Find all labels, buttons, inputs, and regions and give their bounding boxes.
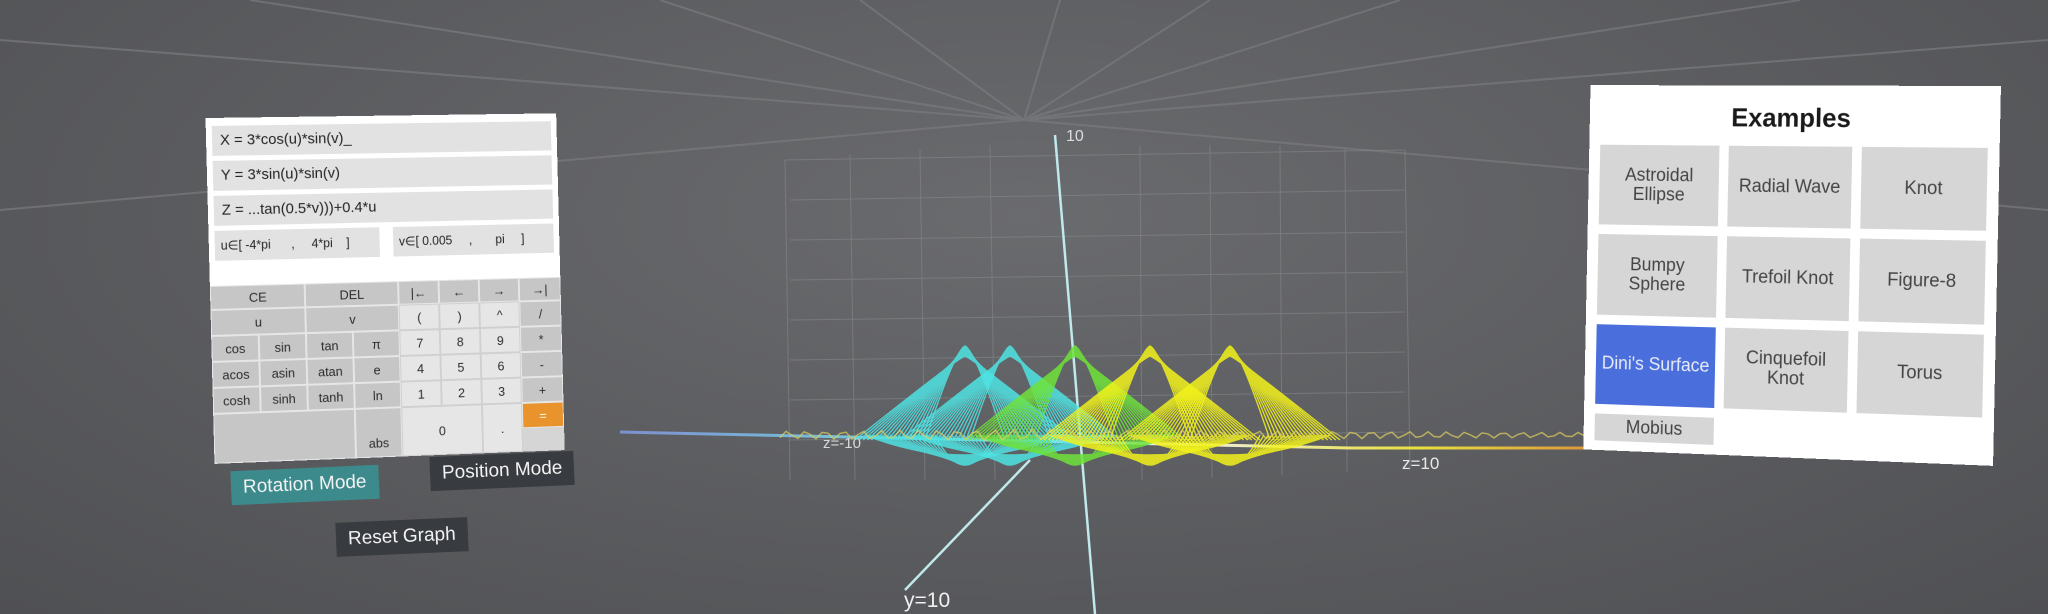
v-range-field[interactable]: v∈[ 0.005 , pi ] (392, 223, 555, 257)
tanh-key[interactable]: tanh (307, 383, 355, 411)
example-astroidal-ellipse[interactable]: Astroidal Ellipse (1598, 144, 1720, 227)
add-key[interactable]: + (521, 376, 564, 403)
z-expression-field[interactable]: Z = ...tan(0.5*v)))+0.4*u (213, 189, 554, 226)
position-mode-button[interactable]: Position Mode (429, 450, 576, 492)
y-axis-diagonal (904, 459, 1031, 591)
example-mobius[interactable]: Mobius (1594, 413, 1715, 445)
cursor-home-key[interactable]: |← (398, 280, 440, 305)
acos-key[interactable]: acos (211, 360, 261, 388)
digit-8-key[interactable]: 8 (439, 327, 481, 355)
sin-key[interactable]: sin (258, 333, 307, 361)
y-expression-field[interactable]: Y = 3*sin(u)*sin(v) (212, 155, 553, 191)
ln-key[interactable]: ln (354, 381, 402, 409)
decimal-key[interactable]: . (481, 402, 524, 454)
tan-key[interactable]: tan (305, 331, 354, 359)
blank-key-area (213, 408, 357, 464)
atan-key[interactable]: atan (306, 357, 355, 385)
example-cinquefoil-knot[interactable]: Cinquefoil Knot (1723, 327, 1849, 413)
examples-grid: Astroidal Ellipse Radial Wave Knot Bumpy… (1594, 144, 1988, 456)
digit-4-key[interactable]: 4 (399, 354, 442, 382)
digit-0-key[interactable]: 0 (401, 404, 484, 457)
example-bumpy-sphere[interactable]: Bumpy Sphere (1596, 234, 1718, 318)
example-trefoil-knot[interactable]: Trefoil Knot (1725, 236, 1851, 321)
divide-key[interactable]: / (519, 300, 562, 327)
digit-1-key[interactable]: 1 (400, 380, 442, 408)
digit-7-key[interactable]: 7 (399, 329, 441, 357)
example-dinis-surface[interactable]: Dini's Surface (1595, 323, 1717, 409)
example-knot[interactable]: Knot (1859, 146, 1988, 232)
axis-label-z-right: z=10 (1402, 454, 1439, 473)
subtract-key[interactable]: - (520, 350, 563, 378)
digit-6-key[interactable]: 6 (480, 352, 522, 379)
example-torus[interactable]: Torus (1856, 330, 1984, 418)
digit-5-key[interactable]: 5 (440, 353, 482, 381)
rparen-key[interactable]: ) (439, 302, 480, 330)
u-key[interactable]: u (210, 307, 306, 336)
digit-3-key[interactable]: 3 (481, 377, 522, 405)
lparen-key[interactable]: ( (398, 303, 440, 331)
u-range-field[interactable]: u∈[ -4*pi , 4*pi ] (214, 227, 381, 261)
equals-key[interactable]: = (521, 401, 565, 429)
e-key[interactable]: e (353, 356, 401, 384)
multiply-key[interactable]: * (519, 325, 563, 353)
equation-calculator-panel: X = 3*cos(u)*sin(v)_ Y = 3*sin(u)*sin(v)… (205, 113, 565, 464)
axis-label-z-left: z=-10 (823, 435, 861, 452)
cosh-key[interactable]: cosh (212, 386, 261, 414)
pi-key[interactable]: π (352, 330, 400, 358)
power-key[interactable]: ^ (479, 301, 520, 328)
cursor-left-key[interactable]: ← (438, 279, 480, 304)
x-expression-field[interactable]: X = 3*cos(u)*sin(v)_ (211, 121, 552, 156)
axis-label-y: y=10 (904, 589, 950, 612)
axis-label-top: 10 (1066, 128, 1084, 145)
formula-box: X = 3*cos(u)*sin(v)_ Y = 3*sin(u)*sin(v)… (205, 113, 561, 287)
ce-key[interactable]: CE (209, 283, 306, 310)
asin-key[interactable]: asin (259, 358, 308, 387)
v-key[interactable]: v (305, 304, 400, 334)
keypad: CE DEL |← ← → →| u v ( ) ^ / cos sin tan… (209, 276, 565, 464)
digit-2-key[interactable]: 2 (441, 378, 482, 406)
cursor-end-key[interactable]: →| (518, 276, 561, 302)
examples-panel: Examples Astroidal Ellipse Radial Wave K… (1583, 85, 2001, 466)
rotation-mode-button[interactable]: Rotation Mode (230, 464, 380, 506)
cos-key[interactable]: cos (211, 334, 260, 362)
example-figure-8[interactable]: Figure-8 (1858, 238, 1986, 325)
abs-key[interactable]: abs (354, 407, 403, 459)
range-row: u∈[ -4*pi , 4*pi ] v∈[ 0.005 , pi ] (214, 223, 555, 261)
cursor-right-key[interactable]: → (478, 277, 520, 303)
reset-graph-button[interactable]: Reset Graph (335, 517, 469, 557)
example-radial-wave[interactable]: Radial Wave (1727, 145, 1852, 229)
sinh-key[interactable]: sinh (260, 384, 308, 413)
y-axis-vertical (1053, 134, 1097, 614)
del-key[interactable]: DEL (304, 281, 399, 308)
examples-title: Examples (1730, 102, 1852, 133)
digit-9-key[interactable]: 9 (479, 326, 521, 354)
